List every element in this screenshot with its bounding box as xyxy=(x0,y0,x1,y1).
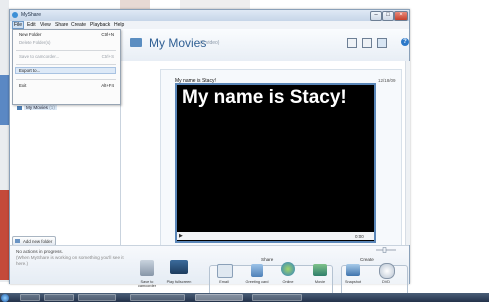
movie-button[interactable]: Movie xyxy=(307,280,333,284)
menu-edit[interactable]: Edit xyxy=(27,22,36,28)
play-icon[interactable]: ▶ xyxy=(179,233,183,239)
menu-create[interactable]: Create xyxy=(71,22,86,28)
page-title: My Movies xyxy=(149,36,207,50)
desktop-fragment xyxy=(0,75,9,125)
online-button[interactable]: Online xyxy=(275,280,301,284)
status-subtext: (When MyShare is working on something yo… xyxy=(16,255,124,266)
file-menu-dropdown: New Folder Ctrl+N Delete Folder(s) Save … xyxy=(12,29,121,105)
desktop-fragment xyxy=(0,190,9,280)
dvd-icon xyxy=(379,263,395,279)
taskbar-item[interactable] xyxy=(252,294,302,301)
dvd-button[interactable]: DVD xyxy=(373,280,399,284)
window-title: MyShare xyxy=(21,12,42,18)
folder-icon xyxy=(17,106,22,110)
taskbar-item[interactable] xyxy=(44,294,74,301)
menu-item-exit[interactable]: Exit xyxy=(19,83,26,88)
menu-item-export[interactable]: Export to... xyxy=(15,67,116,74)
menu-item-delete-folder[interactable]: Delete Folder(s) xyxy=(19,40,50,45)
grid-view-icon[interactable] xyxy=(362,38,372,48)
video-date: 12/18/09 xyxy=(378,78,396,83)
menu-file[interactable]: File xyxy=(11,21,25,29)
start-button[interactable] xyxy=(1,294,9,302)
video-count: (1 video) xyxy=(200,40,220,46)
taskbar-item[interactable] xyxy=(20,294,40,301)
taskbar-item[interactable] xyxy=(78,294,116,301)
zoom-slider[interactable] xyxy=(375,247,397,253)
taskbar-item[interactable] xyxy=(130,294,185,301)
greeting-card-button[interactable]: Greeting card xyxy=(244,280,270,284)
sidebar-item-my-movies[interactable]: My Movies (1) xyxy=(24,105,57,110)
movies-folder-icon xyxy=(130,38,142,47)
menu-separator xyxy=(16,50,116,51)
status-text: No actions in progress. xyxy=(16,249,63,254)
share-group-label: Share xyxy=(261,257,274,262)
menu-separator xyxy=(16,64,116,65)
app-icon xyxy=(12,12,18,18)
seek-bar[interactable] xyxy=(177,232,374,240)
desktop-fragment xyxy=(120,0,150,9)
single-view-icon[interactable] xyxy=(377,38,387,48)
menu-help[interactable]: Help xyxy=(114,22,124,28)
video-time: 0:00 xyxy=(355,234,364,239)
minimize-button[interactable]: – xyxy=(370,11,382,21)
menu-item-save-to-camcorder[interactable]: Save to camcorder... xyxy=(19,54,59,59)
sidebar-item-count: (1) xyxy=(49,105,55,110)
menu-item-new-folder[interactable]: New Folder xyxy=(19,32,41,37)
add-folder-icon xyxy=(15,239,20,243)
app-window: MyShare – □ × File Edit View Share Creat… xyxy=(9,9,410,296)
sidebar-item-label: My Movies xyxy=(26,105,48,110)
menu-separator xyxy=(16,79,116,80)
video-overlay-text: My name is Stacy! xyxy=(182,87,347,108)
help-icon[interactable]: ? xyxy=(401,38,409,46)
vertical-scrollbar[interactable] xyxy=(405,61,410,245)
greeting-card-icon xyxy=(251,264,263,277)
menu-view[interactable]: View xyxy=(40,22,51,28)
globe-icon xyxy=(281,262,295,276)
title-bar[interactable]: MyShare – □ × xyxy=(10,10,409,21)
maximize-button[interactable]: □ xyxy=(382,11,394,21)
email-icon xyxy=(217,264,233,278)
taskbar-item-active[interactable] xyxy=(195,294,243,301)
camcorder-icon xyxy=(140,260,154,276)
add-folder-label: Add new folder xyxy=(23,238,53,244)
create-group-label: Create xyxy=(360,257,374,262)
menu-share[interactable]: Share xyxy=(55,22,68,28)
close-button[interactable]: × xyxy=(394,11,408,21)
fullscreen-icon xyxy=(170,260,188,274)
snapshot-icon xyxy=(346,264,360,276)
shortcut-exit: Alt+F4 xyxy=(101,83,114,88)
movie-icon xyxy=(313,264,327,276)
desktop-fragment xyxy=(180,0,250,9)
save-to-camcorder-button[interactable]: Save to camcorder xyxy=(134,280,160,288)
list-view-icon[interactable] xyxy=(347,38,357,48)
play-fullscreen-button[interactable]: Play fullscreen xyxy=(166,280,192,284)
shortcut-new-folder: Ctrl+N xyxy=(101,32,114,37)
shortcut-save: Ctrl+S xyxy=(101,54,114,59)
snapshot-button[interactable]: Snapshot xyxy=(340,280,366,284)
menu-playback[interactable]: Playback xyxy=(90,22,110,28)
email-button[interactable]: Email xyxy=(211,280,237,284)
